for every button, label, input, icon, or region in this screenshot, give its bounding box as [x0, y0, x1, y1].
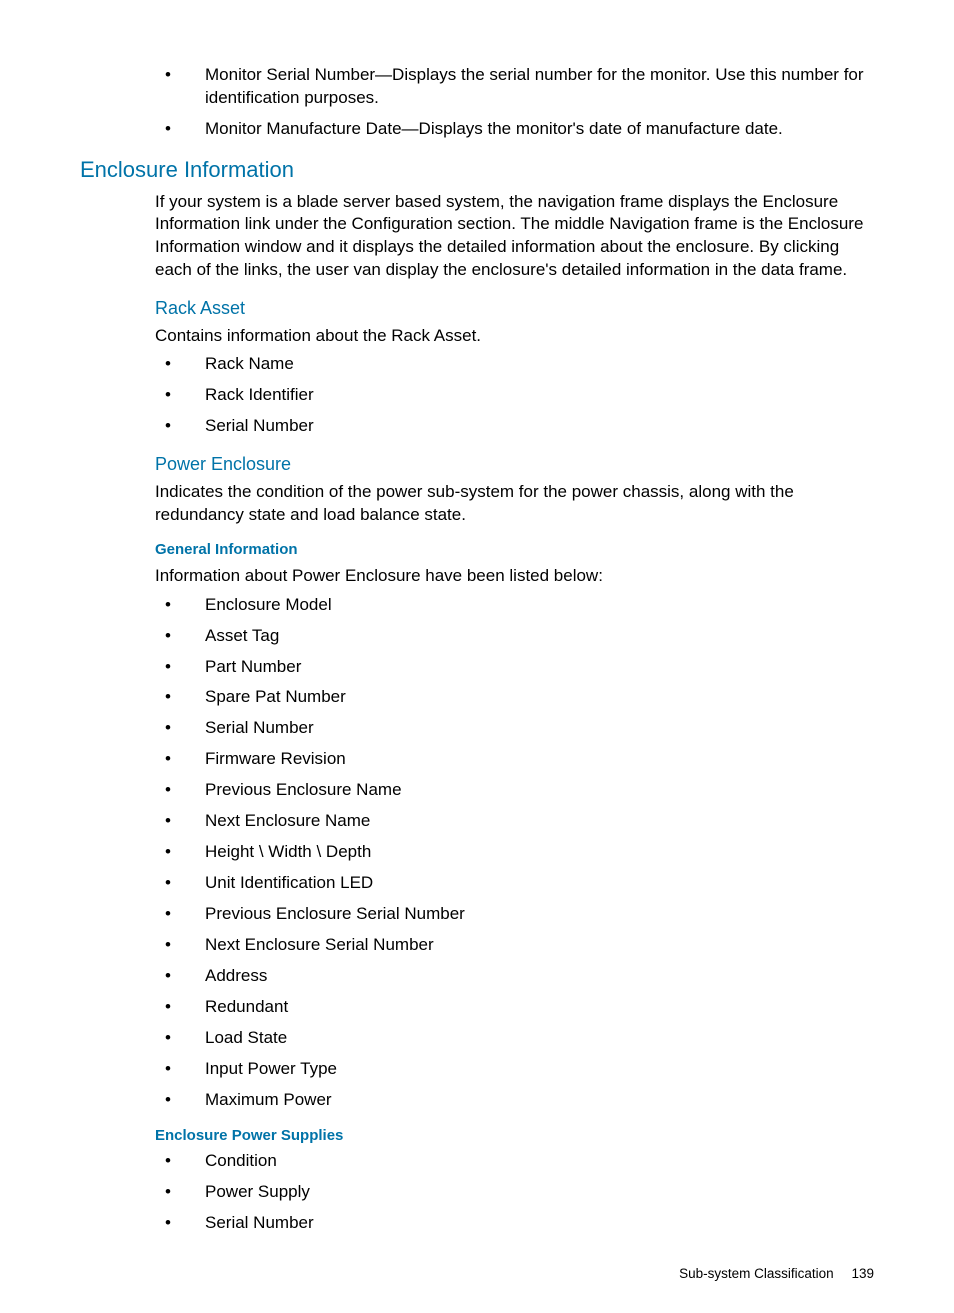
list-item: Height \ Width \ Depth — [155, 841, 874, 864]
heading-enclosure-information: Enclosure Information — [80, 155, 874, 185]
heading-rack-asset: Rack Asset — [155, 296, 874, 320]
page-footer: Sub-system Classification 139 — [80, 1265, 874, 1283]
list-item: Monitor Serial Number—Displays the seria… — [155, 64, 874, 110]
paragraph-power-enclosure: Indicates the condition of the power sub… — [155, 481, 874, 527]
list-item: Condition — [155, 1150, 874, 1173]
heading-power-enclosure: Power Enclosure — [155, 452, 874, 476]
heading-enclosure-power-supplies: Enclosure Power Supplies — [155, 1126, 874, 1146]
eps-list: Condition Power Supply Serial Number — [155, 1150, 874, 1235]
paragraph-general-information: Information about Power Enclosure have b… — [155, 565, 874, 588]
intro-bullet-list: Monitor Serial Number—Displays the seria… — [155, 64, 874, 141]
list-item: Next Enclosure Serial Number — [155, 934, 874, 957]
footer-page-number: 139 — [851, 1266, 874, 1281]
list-item: Serial Number — [155, 415, 874, 438]
list-item: Rack Identifier — [155, 384, 874, 407]
list-item: Input Power Type — [155, 1058, 874, 1081]
list-item: Rack Name — [155, 353, 874, 376]
paragraph-rack-asset: Contains information about the Rack Asse… — [155, 325, 874, 348]
list-item: Next Enclosure Name — [155, 810, 874, 833]
heading-general-information: General Information — [155, 540, 874, 560]
general-info-list: Enclosure Model Asset Tag Part Number Sp… — [155, 594, 874, 1112]
list-item: Firmware Revision — [155, 748, 874, 771]
rack-asset-list: Rack Name Rack Identifier Serial Number — [155, 353, 874, 438]
list-item: Asset Tag — [155, 625, 874, 648]
list-item: Address — [155, 965, 874, 988]
list-item: Previous Enclosure Serial Number — [155, 903, 874, 926]
list-item: Serial Number — [155, 1212, 874, 1235]
paragraph-enclosure-info: If your system is a blade server based s… — [155, 191, 874, 283]
list-item: Previous Enclosure Name — [155, 779, 874, 802]
list-item: Load State — [155, 1027, 874, 1050]
list-item: Power Supply — [155, 1181, 874, 1204]
list-item: Spare Pat Number — [155, 686, 874, 709]
footer-section-label: Sub-system Classification — [679, 1266, 834, 1281]
list-item: Redundant — [155, 996, 874, 1019]
list-item: Monitor Manufacture Date—Displays the mo… — [155, 118, 874, 141]
list-item: Part Number — [155, 656, 874, 679]
list-item: Unit Identification LED — [155, 872, 874, 895]
list-item: Enclosure Model — [155, 594, 874, 617]
list-item: Serial Number — [155, 717, 874, 740]
list-item: Maximum Power — [155, 1089, 874, 1112]
